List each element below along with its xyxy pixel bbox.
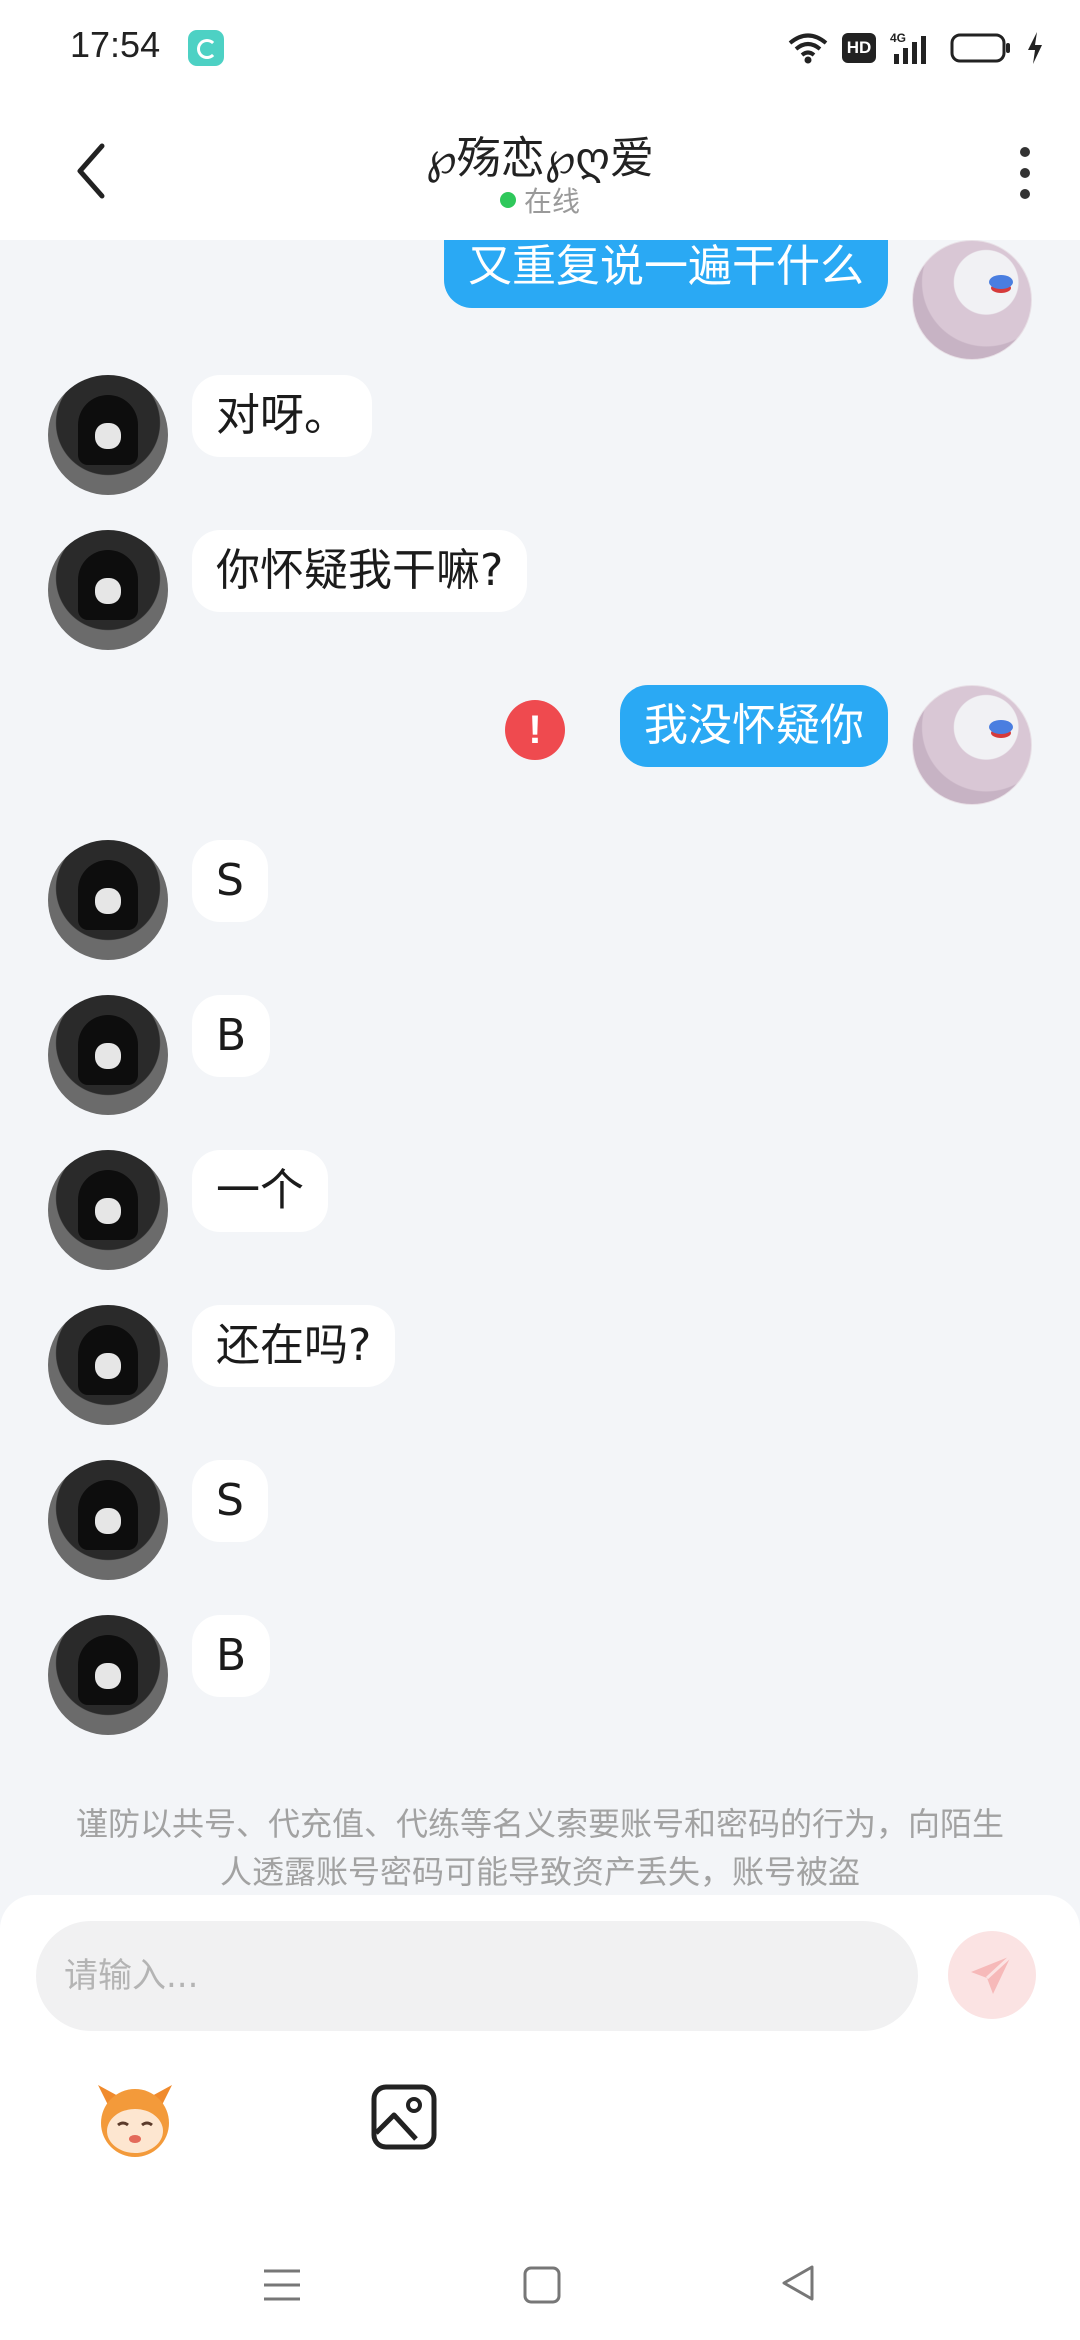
message-bubble[interactable]: 又重复说一遍干什么 [444, 240, 888, 308]
contact-avatar[interactable] [48, 530, 168, 650]
more-vertical-icon [1020, 147, 1030, 157]
contact-avatar[interactable] [48, 840, 168, 960]
message-input[interactable] [36, 1921, 918, 2031]
message-bubble[interactable]: 对呀。 [192, 375, 372, 457]
status-bar: 17:54 HD 4G [0, 0, 1080, 96]
message-list[interactable]: 又重复说一遍干什么 对呀。 你怀疑我干嘛? ! 我没怀疑你 S B 一个 还在吗… [0, 240, 1080, 1895]
network-label: 4G [890, 31, 906, 45]
online-status-label: 在线 [523, 185, 580, 218]
contact-avatar[interactable] [48, 1305, 168, 1425]
nav-recents-button[interactable] [262, 2265, 302, 2309]
back-triangle-icon [782, 2265, 814, 2301]
more-dot [1020, 168, 1030, 178]
battery-icon [950, 31, 1012, 65]
message-bubble[interactable]: 一个 [192, 1150, 328, 1232]
nav-back-button[interactable] [778, 2263, 818, 2307]
send-icon [971, 1954, 1013, 1994]
online-dot-icon [499, 192, 516, 208]
image-icon [371, 2084, 437, 2150]
status-time: 17:54 [70, 24, 161, 65]
online-status: 在线 [0, 180, 1080, 220]
message-bubble[interactable]: S [192, 1460, 268, 1542]
menu-icon [264, 2269, 300, 2301]
system-nav-bar [0, 2225, 1080, 2340]
wifi-icon [788, 32, 828, 64]
hd-badge: HD [842, 33, 876, 63]
contact-avatar[interactable] [48, 995, 168, 1115]
send-failed-icon[interactable]: ! [505, 700, 565, 760]
emoji-sticker-icon [98, 2085, 172, 2157]
image-button[interactable] [370, 2083, 438, 2151]
contact-avatar[interactable] [48, 1460, 168, 1580]
status-indicators: HD 4G [788, 28, 1044, 68]
message-bubble[interactable]: 还在吗? [192, 1305, 396, 1387]
home-square-icon [523, 2266, 561, 2304]
security-notice: 谨防以共号、代充值、代练等名义索要账号和密码的行为，向陌生人透露账号密码可能导致… [75, 1805, 1004, 1891]
contact-avatar[interactable] [48, 375, 168, 495]
more-options-button[interactable] [1000, 138, 1050, 208]
emoji-button[interactable] [90, 2075, 180, 2165]
message-bubble[interactable]: 你怀疑我干嘛? [192, 530, 528, 612]
chat-header: ℘殇恋℘ღ爱 在线 [0, 96, 1080, 240]
message-bubble[interactable]: S [192, 840, 268, 922]
nav-home-button[interactable] [522, 2265, 562, 2309]
music-app-icon [188, 30, 224, 66]
send-button[interactable] [948, 1931, 1036, 2019]
more-dot [1020, 189, 1030, 199]
contact-avatar[interactable] [48, 1615, 168, 1735]
my-avatar[interactable] [912, 685, 1032, 805]
message-bubble[interactable]: B [192, 995, 271, 1077]
message-bubble[interactable]: B [192, 1615, 271, 1697]
contact-avatar[interactable] [48, 1150, 168, 1270]
message-bubble[interactable]: 我没怀疑你 [620, 685, 888, 767]
contact-name: ℘殇恋℘ღ爱 [426, 133, 654, 184]
my-avatar[interactable] [912, 240, 1032, 360]
signal-4g-icon: 4G [890, 30, 936, 66]
charging-icon [1026, 32, 1044, 64]
